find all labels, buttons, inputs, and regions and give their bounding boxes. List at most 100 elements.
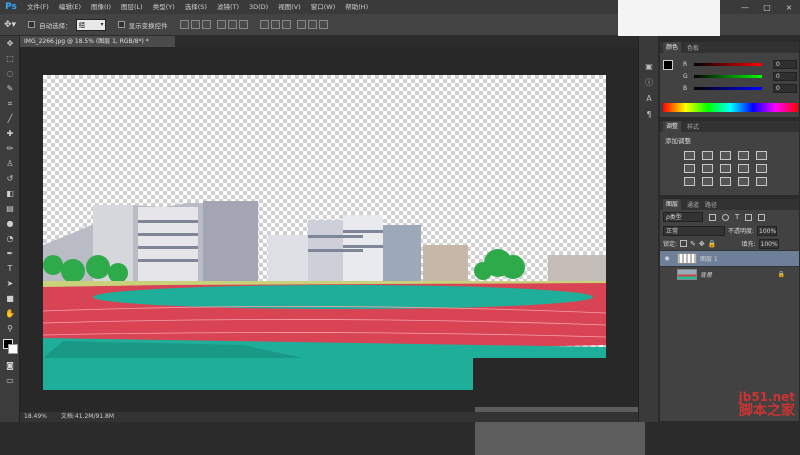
black-white-icon[interactable] — [720, 164, 731, 173]
align-left-icon[interactable] — [216, 20, 226, 29]
blur-tool-icon[interactable]: ● — [0, 216, 20, 231]
color-balance-icon[interactable] — [702, 164, 713, 173]
distribute-top-icon[interactable] — [259, 20, 269, 29]
green-value[interactable]: 0 — [773, 71, 797, 81]
brush-tool-icon[interactable]: ✏ — [0, 141, 20, 156]
menu-3d[interactable]: 3D(D) — [244, 0, 273, 14]
distribute-right-icon[interactable] — [318, 20, 328, 29]
show-transform-checkbox[interactable] — [117, 21, 125, 28]
filter-adjust-icon[interactable] — [722, 213, 729, 221]
eraser-tool-icon[interactable]: ◧ — [0, 186, 20, 201]
color-spectrum[interactable] — [663, 103, 798, 112]
menu-layer[interactable]: 图层(L) — [116, 0, 148, 14]
stamp-tool-icon[interactable]: ♙ — [0, 156, 20, 171]
curves-icon[interactable] — [720, 151, 731, 160]
document-tab[interactable]: IMG_2266.jpg @ 18.5% (图层 1, RGB/8*) * — [20, 36, 175, 47]
crop-tool-icon[interactable]: ⌗ — [0, 96, 20, 111]
quick-mask-icon[interactable]: ◙ — [0, 358, 20, 373]
color-panel-foreground[interactable] — [663, 60, 673, 70]
tab-styles[interactable]: 样式 — [687, 122, 699, 131]
move-tool-icon[interactable]: ✥ — [0, 36, 20, 51]
layer-row-layer1[interactable]: ◉ 图层 1 — [660, 250, 799, 266]
channel-mixer-icon[interactable] — [756, 164, 767, 173]
exposure-icon[interactable] — [738, 151, 749, 160]
distribute-vcenter-icon[interactable] — [270, 20, 280, 29]
marquee-tool-icon[interactable]: ⬚ — [0, 51, 20, 66]
pen-tool-icon[interactable]: ✒ — [0, 246, 20, 261]
red-value[interactable]: 0 — [773, 59, 797, 69]
paragraph-panel-icon[interactable]: ¶ — [639, 106, 659, 122]
hand-tool-icon[interactable]: ✋ — [0, 306, 20, 321]
opacity-field[interactable]: 100% — [757, 225, 778, 236]
blend-mode-dropdown[interactable]: 正常 — [663, 225, 725, 236]
shape-tool-icon[interactable]: ■ — [0, 291, 20, 306]
filter-type-icon[interactable]: T — [735, 213, 739, 221]
gradient-tool-icon[interactable]: ▤ — [0, 201, 20, 216]
menu-image[interactable]: 图像(I) — [86, 0, 116, 14]
document-info[interactable]: 文档:41.2M/91.8M — [61, 412, 114, 422]
red-slider[interactable] — [694, 62, 762, 66]
dodge-tool-icon[interactable]: ◔ — [0, 231, 20, 246]
tab-color[interactable]: 颜色 — [663, 42, 682, 53]
filter-shape-icon[interactable] — [745, 213, 753, 221]
background-color[interactable] — [8, 344, 18, 354]
lasso-tool-icon[interactable]: ◌ — [0, 66, 20, 81]
filter-pixel-icon[interactable] — [709, 213, 716, 221]
align-right-icon[interactable] — [238, 20, 248, 29]
filter-smart-icon[interactable] — [758, 213, 766, 221]
zoom-level[interactable]: 18.49% — [24, 412, 47, 422]
tab-adjustments[interactable]: 调整 — [663, 121, 682, 132]
layer-name[interactable]: 背景 — [700, 270, 712, 279]
auto-select-dropdown[interactable]: 组 — [75, 18, 106, 31]
type-tool-icon[interactable]: T — [0, 261, 20, 276]
layer-row-background[interactable]: 背景 🔒 — [660, 266, 799, 282]
auto-select-checkbox[interactable] — [28, 21, 36, 28]
align-hcenter-icon[interactable] — [227, 20, 237, 29]
layer-filter-dropdown[interactable]: ρ类型 — [663, 212, 703, 222]
invert-icon[interactable] — [684, 177, 695, 186]
hue-saturation-icon[interactable] — [684, 164, 695, 173]
vibrance-icon[interactable] — [756, 151, 767, 160]
maximize-button[interactable]: □ — [756, 0, 778, 14]
tab-swatches[interactable]: 色板 — [687, 43, 699, 52]
canvas[interactable] — [43, 75, 606, 358]
photo-filter-icon[interactable] — [738, 164, 749, 173]
brightness-icon[interactable] — [684, 151, 695, 160]
info-panel-icon[interactable]: ⓘ — [639, 74, 659, 90]
green-slider[interactable] — [694, 74, 762, 78]
blue-value[interactable]: 0 — [773, 83, 797, 93]
menu-window[interactable]: 窗口(W) — [306, 0, 341, 14]
eyedropper-tool-icon[interactable]: ╱ — [0, 111, 20, 126]
close-button[interactable]: × — [778, 0, 800, 14]
history-panel-icon[interactable]: ▣ — [639, 58, 659, 74]
threshold-icon[interactable] — [720, 177, 731, 186]
blue-slider[interactable] — [694, 86, 762, 90]
tab-layers[interactable]: 图层 — [663, 199, 682, 210]
quick-select-tool-icon[interactable]: ✎ — [0, 81, 20, 96]
zoom-tool-icon[interactable]: ⚲ — [0, 321, 20, 336]
character-panel-icon[interactable]: A — [639, 90, 659, 106]
tab-paths[interactable]: 路径 — [705, 200, 717, 209]
gradient-map-icon[interactable] — [756, 177, 767, 186]
posterize-icon[interactable] — [702, 177, 713, 186]
distribute-hcenter-icon[interactable] — [307, 20, 317, 29]
align-bottom-icon[interactable] — [201, 20, 211, 29]
healing-tool-icon[interactable]: ✚ — [0, 126, 20, 141]
distribute-bottom-icon[interactable] — [281, 20, 291, 29]
lock-all-icon[interactable]: 🔒 — [708, 240, 717, 248]
levels-icon[interactable] — [702, 151, 713, 160]
minimize-button[interactable]: — — [734, 0, 756, 14]
path-select-tool-icon[interactable]: ➤ — [0, 276, 20, 291]
lock-position-icon[interactable]: ✥ — [699, 240, 705, 248]
align-vcenter-icon[interactable] — [190, 20, 200, 29]
visibility-eye-icon[interactable]: ◉ — [660, 255, 674, 262]
history-brush-tool-icon[interactable]: ↺ — [0, 171, 20, 186]
menu-help[interactable]: 帮助(H) — [340, 0, 373, 14]
selective-color-icon[interactable] — [738, 177, 749, 186]
layer-name[interactable]: 图层 1 — [700, 254, 718, 263]
align-top-icon[interactable] — [179, 20, 189, 29]
menu-filter[interactable]: 滤镜(T) — [212, 0, 244, 14]
color-swatches[interactable] — [0, 336, 20, 358]
screen-mode-icon[interactable]: ▭ — [0, 373, 20, 388]
tab-channels[interactable]: 通道 — [687, 200, 699, 209]
